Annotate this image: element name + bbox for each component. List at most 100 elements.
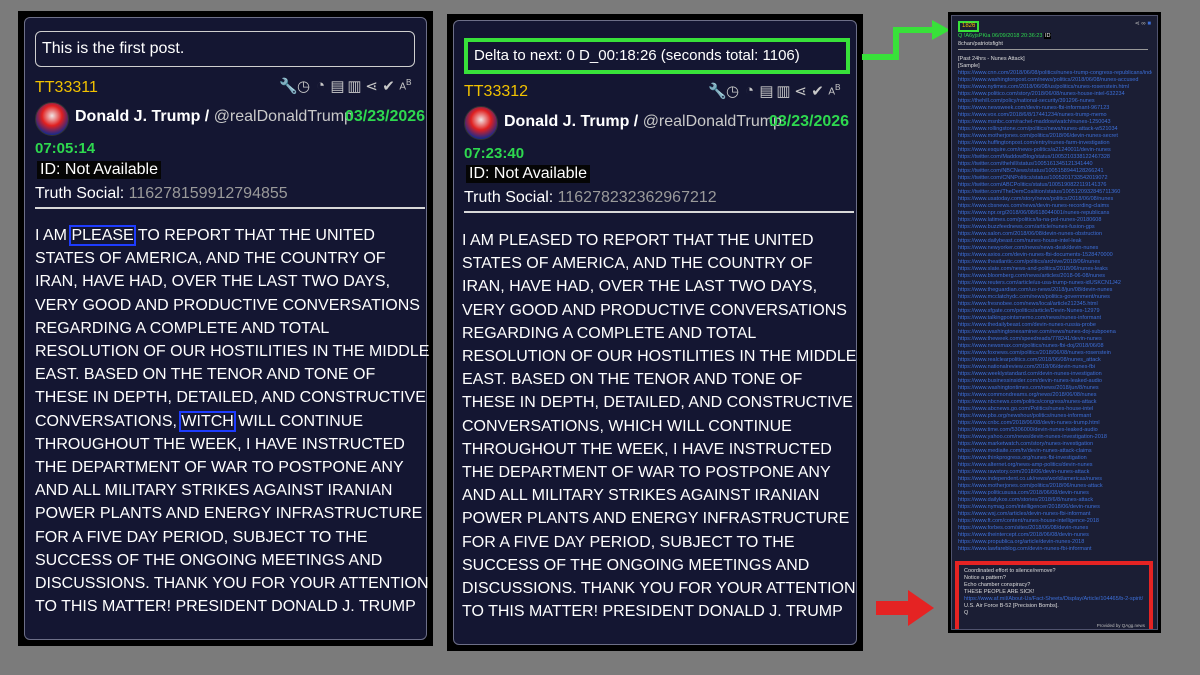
q-link[interactable]: https://www.cnbc.com/2018/06/08/devin-nu… (958, 420, 1152, 427)
q-link[interactable]: https://www.msnbc.com/rachel-maddow/watc… (958, 119, 1152, 126)
q-link[interactable]: https://www.motherjones.com/politics/201… (958, 483, 1152, 490)
highlight-witch: WITCH (179, 410, 236, 432)
q-link[interactable]: https://twitter.com/CNNPolitics/status/1… (958, 175, 1152, 182)
q-link[interactable]: https://www.theintercept.com/2018/06/08/… (958, 532, 1152, 539)
q-link[interactable]: https://www.talkingpointsmemo.com/news/n… (958, 315, 1152, 322)
post-id-code: TT33311 (35, 79, 98, 96)
post-body: I AM PLEASE TO REPORT THAT THE UNITED ST… (35, 224, 430, 618)
q-link[interactable]: https://www.ft.com/content/nunes-house-i… (958, 518, 1152, 525)
q-link[interactable]: https://www.nymag.com/intelligencer/2018… (958, 504, 1152, 511)
q-link[interactable]: https://www.businessinsider.com/devin-nu… (958, 378, 1152, 385)
link-icon[interactable]: ∞ (1141, 21, 1145, 27)
clock-icon[interactable]: ◔ (742, 82, 757, 100)
q-link[interactable]: https://www.buzzfeednews.com/article/nun… (958, 224, 1152, 231)
q-link[interactable]: https://www.dailybeast.com/nunes-house-i… (958, 238, 1152, 245)
q-link[interactable]: https://www.thinkprogress.org/nunes-fbi-… (958, 455, 1152, 462)
bookmark-icon[interactable]: ■ (1147, 21, 1151, 27)
q-link[interactable]: https://www.rollingstone.com/politics/ne… (958, 126, 1152, 133)
clock-icon[interactable]: ◔ (313, 77, 328, 95)
q-link[interactable]: https://twitter.com/TheDemCoalition/stat… (958, 189, 1152, 196)
q-link[interactable]: https://www.abcnews.go.com/Politics/nune… (958, 406, 1152, 413)
q-link[interactable]: https://www.mediaite.com/tv/devin-nunes-… (958, 448, 1152, 455)
q-link[interactable]: https://twitter.com/thehill/status/10051… (958, 161, 1152, 168)
q-link[interactable]: https://www.theguardian.com/us-news/2018… (958, 287, 1152, 294)
q-link[interactable]: https://www.realclearpolitics.com/2018/0… (958, 357, 1152, 364)
q-link[interactable]: https://www.latimes.com/politics/la-na-p… (958, 217, 1152, 224)
truth-social-number: 116278159912794855 (128, 185, 288, 202)
q-link[interactable]: https://www.washingtontimes.com/news/201… (958, 385, 1152, 392)
translate-icon[interactable]: AB (827, 82, 842, 100)
q-link[interactable]: https://www.newsmax.com/politics/nunes-f… (958, 343, 1152, 350)
q-link[interactable]: https://www.nbcnews.com/politics/congres… (958, 399, 1152, 406)
q-link[interactable]: https://www.cbsnews.com/news/devin-nunes… (958, 203, 1152, 210)
share-icon[interactable]: ⋖ (1135, 21, 1140, 27)
q-link[interactable]: https://www.washingtonpost.com/news/poli… (958, 77, 1152, 84)
q-link[interactable]: https://www.theatlantic.com/politics/arc… (958, 259, 1152, 266)
q-link[interactable]: https://www.independent.co.uk/news/world… (958, 476, 1152, 483)
q-link[interactable]: https://www.nytimes.com/2018/06/08/us/po… (958, 84, 1152, 91)
q-link[interactable]: https://www.thedailybeast.com/devin-nune… (958, 322, 1152, 329)
q-link[interactable]: https://www.usatoday.com/story/news/poli… (958, 196, 1152, 203)
q-link[interactable]: https://www.huffingtonpost.com/entry/nun… (958, 140, 1152, 147)
q-red-link[interactable]: https://www.af.mil/About-Us/Fact-Sheets/… (964, 596, 1144, 603)
q-link[interactable]: https://www.slate.com/news-and-politics/… (958, 266, 1152, 273)
post-panel-2: Delta to next: 0 D_00:18:26 (seconds tot… (447, 14, 863, 651)
body-text: TO REPORT THAT THE UNITED STATES OF AMER… (35, 227, 430, 430)
q-link[interactable]: https://www.politicususa.com/2018/06/08/… (958, 490, 1152, 497)
q-link[interactable]: https://www.alternet.org/news-amp-politi… (958, 462, 1152, 469)
clock-icon[interactable]: ◷ (725, 82, 740, 100)
q-post-board[interactable]: 8chan/patriotsfight (958, 41, 1003, 48)
q-link[interactable]: https://twitter.com/NBCNews/status/10051… (958, 168, 1152, 175)
q-link[interactable]: https://www.lawfareblog.com/devin-nunes-… (958, 546, 1152, 553)
q-link[interactable]: https://www.forbes.com/sites/2018/06/08/… (958, 525, 1152, 532)
first-post-label: This is the first post. (35, 31, 415, 67)
q-link[interactable]: https://twitter.com/ABCPolitics/status/1… (958, 182, 1152, 189)
q-link[interactable]: https://www.marketwatch.com/story/nunes-… (958, 441, 1152, 448)
q-link[interactable]: https://www.esquire.com/news-politics/a2… (958, 147, 1152, 154)
q-link[interactable]: https://www.newsweek.com/devin-nunes-fbi… (958, 105, 1152, 112)
checkmark-circle-icon[interactable]: ✔ (381, 77, 396, 95)
q-link[interactable]: https://www.sfgate.com/politics/article/… (958, 308, 1152, 315)
q-link[interactable]: https://www.motherjones.com/politics/201… (958, 133, 1152, 140)
q-link[interactable]: https://twitter.com/MaddowBlog/status/10… (958, 154, 1152, 161)
translate-icon[interactable]: AB (398, 77, 413, 95)
q-link[interactable]: https://www.pbs.org/newshour/politics/nu… (958, 413, 1152, 420)
share-icon[interactable]: ⋖ (793, 82, 808, 100)
q-link[interactable]: https://www.wsj.com/articles/devin-nunes… (958, 511, 1152, 518)
q-link[interactable]: https://www.cnn.com/2018/06/08/politics/… (958, 70, 1152, 77)
q-link[interactable]: https://www.nationalreview.com/2018/06/d… (958, 364, 1152, 371)
q-link[interactable]: https://www.dailykos.com/stories/2018/6/… (958, 497, 1152, 504)
q-link[interactable]: https://www.npr.org/2018/06/08/618044001… (958, 210, 1152, 217)
q-heading-line: [Past 24hrs - Nunes Attack] (958, 56, 1025, 62)
q-link[interactable]: https://www.axios.com/devin-nunes-fbi-do… (958, 252, 1152, 259)
author-handle: @realDonaldTrump (642, 113, 782, 130)
q-link[interactable]: https://www.salon.com/2018/06/08/devin-n… (958, 231, 1152, 238)
q-link[interactable]: https://www.bloomberg.com/news/articles/… (958, 273, 1152, 280)
wrench-icon[interactable]: 🔧 (708, 82, 727, 100)
q-link[interactable]: https://www.newyorker.com/news/news-desk… (958, 245, 1152, 252)
author-name: Donald J. Trump / @realDonaldTrump (75, 108, 353, 126)
clipboard-icon[interactable]: ▥ (347, 77, 362, 95)
q-link[interactable]: https://www.washingtonexaminer.com/news/… (958, 329, 1152, 336)
clock-icon[interactable]: ◷ (296, 77, 311, 95)
q-link[interactable]: https://www.commondreams.org/news/2018/0… (958, 392, 1152, 399)
q-link[interactable]: https://thehill.com/policy/national-secu… (958, 98, 1152, 105)
q-link[interactable]: https://www.time.com/5306000/devin-nunes… (958, 427, 1152, 434)
q-link[interactable]: https://www.politico.com/story/2018/06/0… (958, 91, 1152, 98)
q-link[interactable]: https://www.foxnews.com/politics/2018/06… (958, 350, 1152, 357)
clipboard-icon[interactable]: ▤ (330, 77, 345, 95)
q-link[interactable]: https://www.mcclatchydc.com/news/politic… (958, 294, 1152, 301)
q-link[interactable]: https://www.vox.com/2018/6/8/17441234/nu… (958, 112, 1152, 119)
q-link[interactable]: https://www.rawstory.com/2018/06/devin-n… (958, 469, 1152, 476)
q-link[interactable]: https://www.weeklystandard.com/devin-nun… (958, 371, 1152, 378)
q-link[interactable]: https://www.propublica.org/article/devin… (958, 539, 1152, 546)
clipboard-icon[interactable]: ▥ (776, 82, 791, 100)
q-link[interactable]: https://www.reuters.com/article/us-usa-t… (958, 280, 1152, 287)
q-link[interactable]: https://www.theweek.com/speedreads/77824… (958, 336, 1152, 343)
wrench-icon[interactable]: 🔧 (279, 77, 298, 95)
q-link[interactable]: https://www.fresnobee.com/news/local/art… (958, 301, 1152, 308)
share-icon[interactable]: ⋖ (364, 77, 379, 95)
q-link[interactable]: https://www.yahoo.com/news/devin-nunes-i… (958, 434, 1152, 441)
checkmark-circle-icon[interactable]: ✔ (810, 82, 825, 100)
clipboard-icon[interactable]: ▤ (759, 82, 774, 100)
